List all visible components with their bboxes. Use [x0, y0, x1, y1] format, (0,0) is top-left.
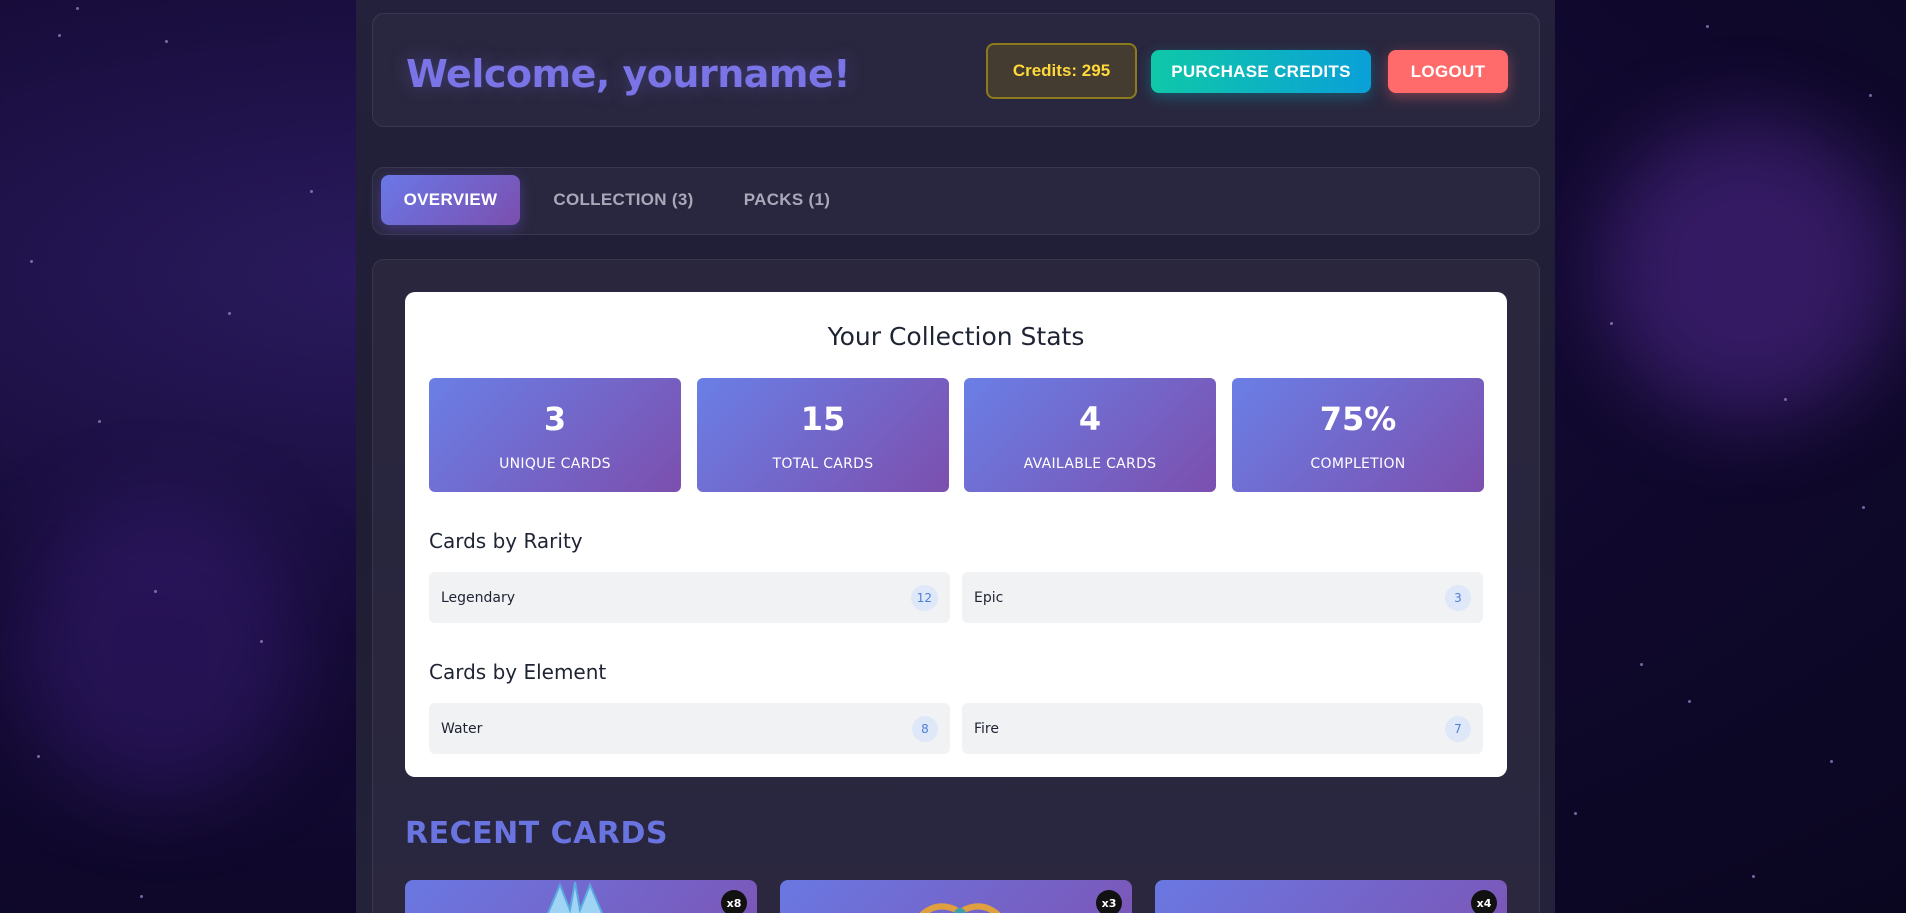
stat-value: 15 — [800, 400, 846, 438]
quantity-badge: x8 — [721, 890, 747, 913]
rarity-item-epic: Epic 3 — [962, 572, 1483, 623]
count-badge: 7 — [1445, 715, 1471, 742]
pill-label: Epic — [974, 589, 1004, 606]
tab-overview[interactable]: OVERVIEW — [381, 175, 520, 225]
welcome-heading: Welcome, yourname! — [406, 52, 851, 96]
stat-value: 75% — [1319, 400, 1397, 438]
stat-label: AVAILABLE CARDS — [1023, 456, 1157, 472]
credits-badge: Credits: 295 — [986, 43, 1137, 99]
stat-tile-available: 4 AVAILABLE CARDS — [964, 378, 1216, 492]
element-item-fire: Fire 7 — [962, 703, 1483, 754]
fire-dragon-icon — [919, 903, 1001, 913]
recent-card[interactable]: x3 — [780, 880, 1132, 913]
rarity-item-legendary: Legendary 12 — [429, 572, 950, 623]
quantity-badge: x3 — [1096, 890, 1122, 913]
logout-button[interactable]: LOGOUT — [1388, 50, 1508, 93]
stat-label: UNIQUE CARDS — [499, 456, 611, 472]
quantity-badge: x4 — [1471, 890, 1497, 913]
count-badge: 12 — [910, 584, 938, 611]
stat-value: 3 — [543, 400, 567, 438]
stat-tile-total: 15 TOTAL CARDS — [697, 378, 949, 492]
recent-card[interactable]: x4 — [1155, 880, 1507, 913]
header-panel: Welcome, yourname! Credits: 295 PURCHASE… — [372, 13, 1540, 127]
count-badge: 3 — [1445, 584, 1471, 611]
stat-tile-unique: 3 UNIQUE CARDS — [429, 378, 681, 492]
tab-collection[interactable]: COLLECTION (3) — [536, 175, 711, 225]
purchase-credits-button[interactable]: PURCHASE CREDITS — [1151, 50, 1371, 93]
recent-card[interactable]: x8 — [405, 880, 757, 913]
element-heading: Cards by Element — [429, 660, 607, 684]
rarity-heading: Cards by Rarity — [429, 529, 583, 553]
stat-tile-completion: 75% COMPLETION — [1232, 378, 1484, 492]
stat-label: COMPLETION — [1310, 456, 1406, 472]
pill-label: Fire — [974, 720, 999, 737]
tab-bar: OVERVIEW COLLECTION (3) PACKS (1) — [372, 167, 1540, 235]
tab-packs[interactable]: PACKS (1) — [732, 175, 842, 225]
recent-cards-heading: RECENT CARDS — [405, 816, 668, 851]
stats-title: Your Collection Stats — [827, 322, 1085, 351]
collection-stats-card: Your Collection Stats 3 UNIQUE CARDS 15 … — [405, 292, 1507, 777]
pill-label: Legendary — [441, 589, 516, 606]
element-item-water: Water 8 — [429, 703, 950, 754]
stat-value: 4 — [1078, 400, 1102, 438]
pill-label: Water — [441, 720, 483, 737]
water-bird-icon — [546, 881, 604, 913]
count-badge: 8 — [912, 715, 938, 742]
stat-label: TOTAL CARDS — [772, 456, 874, 472]
